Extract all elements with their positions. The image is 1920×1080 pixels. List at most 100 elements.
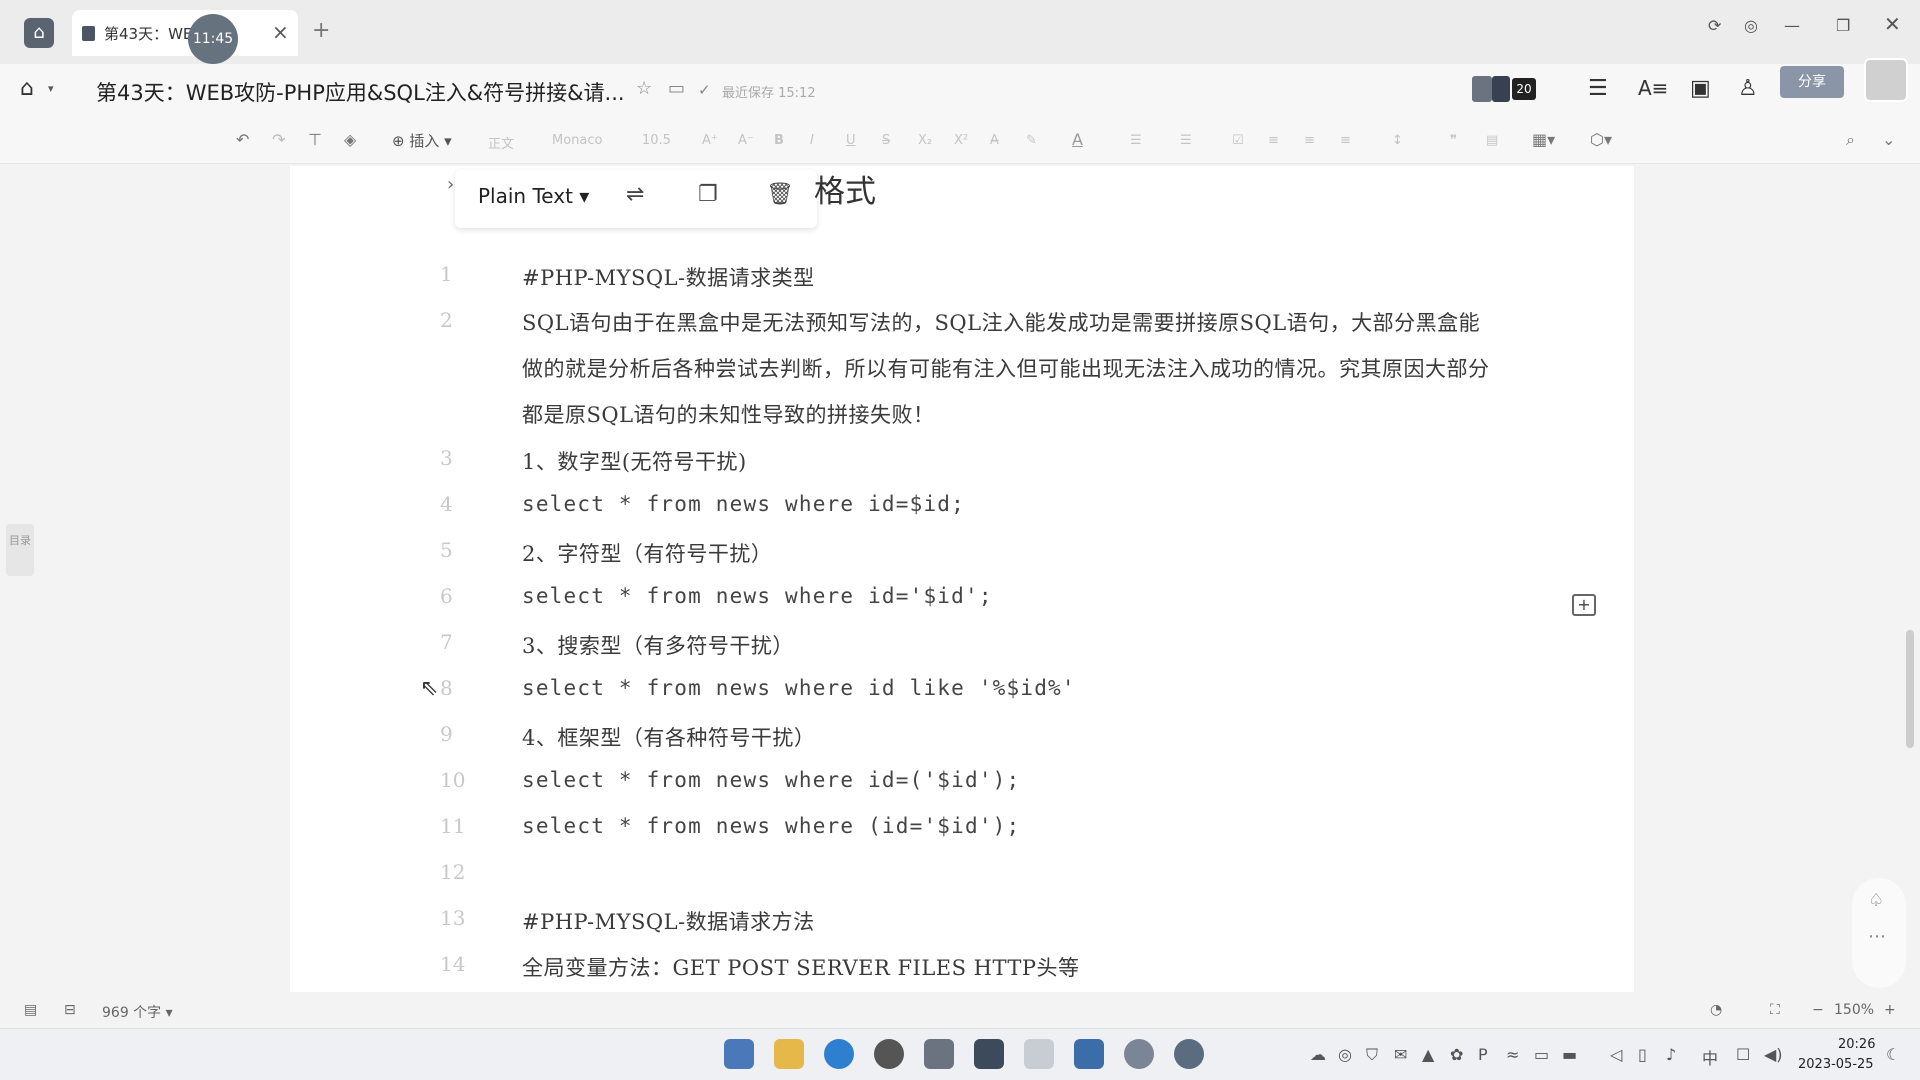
code-block[interactable]: 1 #PHP-MYSQL-数据请求类型 2 SQL语句由于在黑盒中是无法预知写法的，… <box>440 254 1490 990</box>
photos-icon[interactable] <box>1074 1039 1104 1069</box>
present-icon[interactable]: ▣ <box>1690 76 1711 101</box>
outline-icon[interactable]: ▤ <box>24 1002 37 1018</box>
numbered-list-icon[interactable]: ☰ <box>1180 133 1192 148</box>
close-window-button[interactable]: ✕ <box>1884 12 1901 36</box>
display-icon[interactable]: ▬ <box>1562 1045 1577 1064</box>
shirt-icon[interactable]: ♤ <box>1868 890 1884 911</box>
user-avatar[interactable] <box>1864 58 1908 102</box>
line-text[interactable]: 2、字符型（有符号干扰） <box>522 538 772 568</box>
code-block-handle-icon[interactable]: › <box>447 174 454 195</box>
camera-icon[interactable]: ◎ <box>1338 1045 1352 1064</box>
align-center-icon[interactable]: ≡ <box>1304 133 1315 148</box>
underline-icon[interactable]: U <box>846 133 856 148</box>
more-icon[interactable]: ⋯ <box>1868 926 1886 947</box>
toc-tab[interactable]: 目录 <box>6 524 34 576</box>
search-icon[interactable]: ⌕ <box>1846 130 1855 150</box>
clock-time[interactable]: 20:26 <box>1838 1037 1875 1052</box>
scrollbar-thumb[interactable] <box>1906 630 1914 748</box>
line-text[interactable]: select * from news where id=$id; <box>522 492 965 516</box>
tray-app-icon[interactable]: ▲ <box>1422 1045 1434 1064</box>
user-add-icon[interactable]: ♙ <box>1738 76 1758 101</box>
text-effect-icon[interactable]: A̶ <box>990 133 999 148</box>
redo-icon[interactable]: ↷ <box>272 130 285 149</box>
ime-indicator[interactable]: 中 <box>1702 1045 1718 1069</box>
plugin-icon[interactable]: ⬡▾ <box>1590 130 1612 149</box>
app-logo-icon[interactable]: ⌂ <box>24 18 54 48</box>
italic-icon[interactable]: I <box>810 133 814 148</box>
line-text[interactable]: 1、数字型(无符号干扰) <box>522 446 747 476</box>
align-left-icon[interactable]: ≡ <box>1268 133 1279 148</box>
tab-close-button[interactable]: × <box>272 20 289 44</box>
line-text[interactable]: #PHP-MYSQL-数据请求方法 <box>522 906 815 936</box>
notes-app-icon[interactable] <box>924 1039 954 1069</box>
gear-icon[interactable]: ✿ <box>1450 1045 1463 1064</box>
start-icon[interactable] <box>724 1039 754 1069</box>
quote-icon[interactable]: ❞ <box>1450 133 1457 148</box>
battery-icon[interactable]: ▯ <box>1638 1045 1647 1064</box>
edge-icon[interactable] <box>824 1039 854 1069</box>
font-select[interactable]: Monaco <box>552 133 602 148</box>
line-text[interactable]: select * from news where id='$id'; <box>522 584 993 608</box>
line-spacing-icon[interactable]: ↕ <box>1392 133 1403 148</box>
minimize-button[interactable]: — <box>1784 16 1800 35</box>
terminal-icon[interactable] <box>974 1039 1004 1069</box>
cloud-icon[interactable]: ☁ <box>1310 1045 1326 1064</box>
line-text[interactable]: #PHP-MYSQL-数据请求类型 <box>522 262 815 292</box>
insert-menu[interactable]: ⊕ 插入 ▾ <box>392 130 452 151</box>
star-icon[interactable]: ☆ <box>636 78 652 99</box>
highlight-icon[interactable]: ✎ <box>1026 133 1037 148</box>
zoom-out-button[interactable]: − <box>1812 1002 1824 1018</box>
code-block-icon[interactable]: ▤ <box>1486 133 1498 148</box>
line-text[interactable]: 4、框架型（有各种符号干扰） <box>522 722 815 752</box>
font-shrink-icon[interactable]: A⁻ <box>738 133 754 148</box>
bullet-list-icon[interactable]: ☰ <box>1130 133 1142 148</box>
format-painter-icon[interactable]: ⊤ <box>308 130 322 149</box>
chrome-icon[interactable] <box>874 1039 904 1069</box>
comment-add-icon[interactable]: + <box>1572 594 1596 616</box>
line-text[interactable]: 3、搜索型（有多符号干扰） <box>522 630 794 660</box>
fullscreen-icon[interactable]: ⛶ <box>1770 1002 1780 1018</box>
network-icon[interactable]: ◁ <box>1610 1045 1622 1064</box>
subscript-icon[interactable]: X₂ <box>918 133 932 148</box>
sync-icon[interactable]: ⟳ <box>1708 16 1721 35</box>
style-select[interactable]: 正文 <box>488 133 514 152</box>
line-text[interactable]: 全局变量方法：GET POST SERVER FILES HTTP头等 <box>522 952 1080 982</box>
font-color-icon[interactable]: A <box>1072 130 1083 149</box>
word-count[interactable]: 969 个字 ▾ <box>102 1002 173 1022</box>
app-icon[interactable] <box>1024 1039 1054 1069</box>
restore-button[interactable]: ❐ <box>1836 16 1850 35</box>
font-grow-icon[interactable]: A⁺ <box>702 133 718 148</box>
zoom-in-button[interactable]: + <box>1884 1002 1896 1018</box>
line-text[interactable]: select * from news where id like '%$id%' <box>522 676 1076 700</box>
volume-icon[interactable]: ◀) <box>1764 1045 1783 1064</box>
folder-icon[interactable]: ▭ <box>668 78 685 99</box>
history-icon[interactable]: ◔ <box>1710 1002 1722 1018</box>
chat-icon[interactable]: ✉ <box>1394 1045 1407 1064</box>
checklist-icon[interactable]: ☑ <box>1232 133 1244 148</box>
clock-date[interactable]: 2023-05-25 <box>1798 1057 1874 1072</box>
wrap-icon[interactable]: ⇌ <box>626 182 644 207</box>
strikethrough-icon[interactable]: S <box>882 133 890 148</box>
file-explorer-icon[interactable] <box>774 1039 804 1069</box>
settings-icon[interactable]: ◎ <box>1744 16 1758 35</box>
menu-icon[interactable]: ☰ <box>1588 76 1608 101</box>
align-right-icon[interactable]: ≡ <box>1340 133 1351 148</box>
trash-icon[interactable]: 🗑 <box>766 182 794 207</box>
line-text[interactable]: select * from news where id=('$id'); <box>522 768 1020 792</box>
table-icon[interactable]: ▦▾ <box>1532 130 1555 149</box>
copy-icon[interactable]: ❐ <box>698 182 718 207</box>
line-text[interactable]: select * from news where (id='$id'); <box>522 814 1020 838</box>
new-tab-button[interactable]: + <box>312 18 330 43</box>
home-icon[interactable]: ⌂ <box>20 76 34 101</box>
collapse-icon[interactable]: ⌄ <box>1882 130 1895 149</box>
document-tab[interactable]: 第43天：WEB × <box>72 10 298 56</box>
share-button[interactable]: 分享 <box>1780 66 1844 98</box>
microphone-icon[interactable]: ♪ <box>1666 1045 1676 1064</box>
bold-icon[interactable]: B <box>774 133 784 148</box>
qq-icon[interactable] <box>1124 1039 1154 1069</box>
moon-icon[interactable]: ☾ <box>1886 1045 1900 1064</box>
zoom-level[interactable]: 150% <box>1834 1002 1874 1018</box>
browser-icon[interactable] <box>1174 1039 1204 1069</box>
document-title[interactable]: 第43天：WEB攻防-PHP应用&SQL注入&符号拼接&请... <box>96 77 625 107</box>
eraser-icon[interactable]: ◈ <box>344 130 356 149</box>
